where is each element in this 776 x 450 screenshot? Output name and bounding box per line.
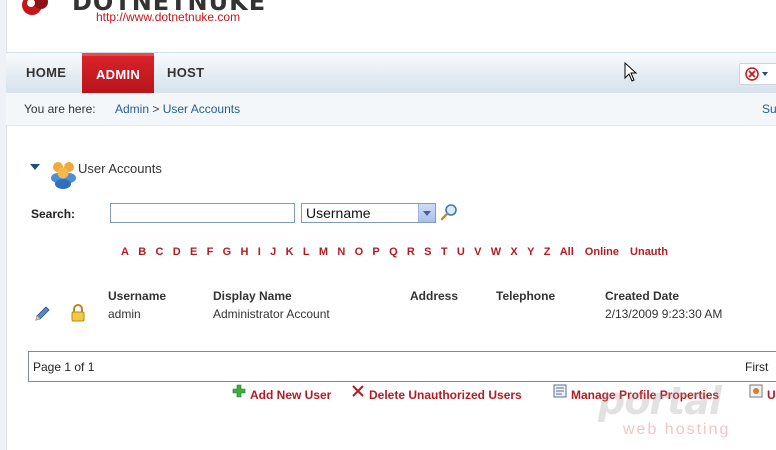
col-header-telephone[interactable]: Telephone (496, 289, 555, 303)
cell-username: admin (108, 307, 141, 321)
properties-icon (553, 384, 567, 398)
letter-filter-d[interactable]: D (173, 246, 181, 258)
search-field-value: Username (306, 205, 371, 221)
users-icon (51, 162, 76, 189)
letter-filter-e[interactable]: E (190, 246, 197, 258)
dnn-logo-icon (22, 0, 48, 15)
cell-created-date: 2/13/2009 9:23:30 AM (605, 307, 723, 321)
filter-online[interactable]: Online (585, 246, 619, 258)
flag-dropdown-icon (745, 67, 768, 81)
col-header-display-name[interactable]: Display Name (213, 289, 292, 303)
letter-filter-q[interactable]: Q (389, 246, 398, 258)
letter-filter-y[interactable]: Y (527, 246, 534, 258)
cell-display-name: Administrator Account (213, 307, 330, 321)
delete-unauthorized-users-label: Delete Unauthorized Users (369, 388, 522, 402)
search-label: Search: (31, 207, 76, 221)
breadcrumb-prefix: You are here: (24, 102, 96, 116)
search-field-select[interactable]: Username (301, 203, 436, 223)
breadcrumb-path: Admin > User Accounts (115, 93, 240, 125)
letter-filter-s[interactable]: S (424, 246, 431, 258)
search-input[interactable] (110, 203, 295, 223)
mouse-cursor-icon (624, 62, 638, 82)
letter-filter-f[interactable]: F (207, 246, 214, 258)
letter-filter-o[interactable]: O (355, 246, 364, 258)
letter-filter-j[interactable]: J (270, 246, 276, 258)
breadcrumb-right-link[interactable]: Su (762, 93, 776, 125)
col-header-username[interactable]: Username (108, 289, 166, 303)
letter-filter-n[interactable]: N (337, 246, 345, 258)
letter-filter-l[interactable]: L (303, 246, 310, 258)
letter-filter-r[interactable]: R (407, 246, 415, 258)
collapse-triangle-icon[interactable] (30, 164, 40, 170)
letter-filter-b[interactable]: B (138, 246, 146, 258)
letter-filter-a[interactable]: A (121, 246, 129, 258)
pager: Page 1 of 1 First (28, 351, 776, 382)
filter-unauth[interactable]: Unauth (630, 246, 668, 258)
letter-filter-w[interactable]: W (491, 246, 501, 258)
module-title-text: User Accounts (78, 161, 162, 176)
nav-home[interactable]: HOME (26, 53, 66, 93)
letter-filter-p[interactable]: P (372, 246, 379, 258)
search-icon[interactable] (440, 203, 458, 221)
plus-icon (232, 384, 246, 398)
main-nav: HOME ADMIN HOST (6, 52, 776, 94)
letter-filter-u[interactable]: U (457, 246, 465, 258)
letter-filter-h[interactable]: H (241, 246, 249, 258)
add-new-user-label: Add New User (250, 388, 332, 402)
manage-profile-properties-label: Manage Profile Properties (571, 388, 720, 402)
letter-filter-k[interactable]: K (286, 246, 294, 258)
col-header-created-date[interactable]: Created Date (605, 289, 679, 303)
letter-filter-v[interactable]: V (474, 246, 481, 258)
x-icon (352, 385, 364, 397)
watermark-sub: web hosting (623, 421, 731, 438)
pencil-icon[interactable] (33, 305, 51, 323)
letter-filter-i[interactable]: I (258, 246, 261, 258)
letter-filter-g[interactable]: G (223, 246, 232, 258)
breadcrumb-admin[interactable]: Admin (115, 102, 149, 116)
nav-host[interactable]: HOST (167, 53, 204, 93)
letter-filter: A B C D E F G H I J K L M N O P Q R S T U V W X Y Z All Online Unaut… (121, 246, 679, 258)
letter-filter-c[interactable]: C (156, 246, 164, 258)
pager-first-link[interactable]: First (745, 360, 768, 374)
letter-filter-x[interactable]: X (510, 246, 517, 258)
nav-admin[interactable]: ADMIN (82, 53, 154, 93)
chevron-down-icon[interactable] (418, 204, 435, 222)
settings-icon (749, 384, 763, 398)
letter-filter-z[interactable]: Z (544, 246, 551, 258)
col-header-address[interactable]: Address (410, 289, 458, 303)
breadcrumb-separator: > (152, 102, 160, 116)
lock-icon[interactable] (70, 304, 86, 322)
user-settings-label: U (767, 388, 776, 402)
letter-filter-m[interactable]: M (319, 246, 328, 258)
breadcrumb-user-accounts[interactable]: User Accounts (163, 102, 240, 116)
letter-filter-t[interactable]: T (441, 246, 448, 258)
language-selector[interactable] (739, 63, 776, 85)
logo-url[interactable]: http://www.dotnetnuke.com (96, 10, 240, 24)
filter-all[interactable]: All (560, 246, 574, 258)
page-info: Page 1 of 1 (33, 360, 95, 374)
breadcrumb: You are here: Admin > User Accounts Su (6, 93, 776, 126)
